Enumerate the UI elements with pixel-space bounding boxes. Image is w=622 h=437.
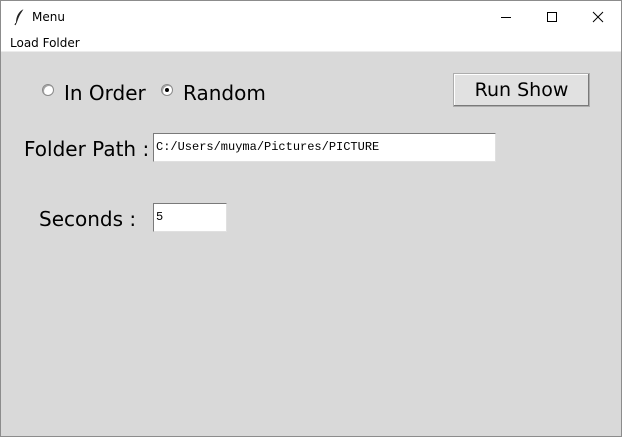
in-order-label[interactable]: In Order (64, 81, 146, 105)
folder-path-input[interactable]: C:/Users/muyma/Pictures/PICTURE (153, 133, 496, 162)
app-window: Menu Load Folder In Order Random Run Sho… (0, 0, 622, 437)
in-order-radio[interactable] (42, 84, 54, 96)
seconds-input[interactable]: 5 (153, 203, 227, 232)
feather-icon (13, 8, 27, 26)
minimize-button[interactable] (483, 1, 529, 33)
random-label[interactable]: Random (183, 81, 266, 105)
run-show-button[interactable]: Run Show (453, 73, 590, 107)
radio-selected-dot (165, 88, 169, 92)
minimize-icon (501, 17, 511, 18)
menu-load-folder[interactable]: Load Folder (10, 36, 80, 50)
maximize-icon (547, 12, 557, 22)
seconds-label: Seconds : (39, 207, 137, 231)
window-title: Menu (32, 10, 65, 24)
close-icon (592, 11, 604, 23)
main-panel: In Order Random Run Show Folder Path : C… (1, 53, 621, 436)
menu-bar: Load Folder (1, 33, 621, 52)
folder-path-label: Folder Path : (24, 137, 150, 161)
close-button[interactable] (575, 1, 621, 33)
random-radio[interactable] (161, 84, 173, 96)
maximize-button[interactable] (529, 1, 575, 33)
title-bar[interactable]: Menu (1, 1, 621, 33)
